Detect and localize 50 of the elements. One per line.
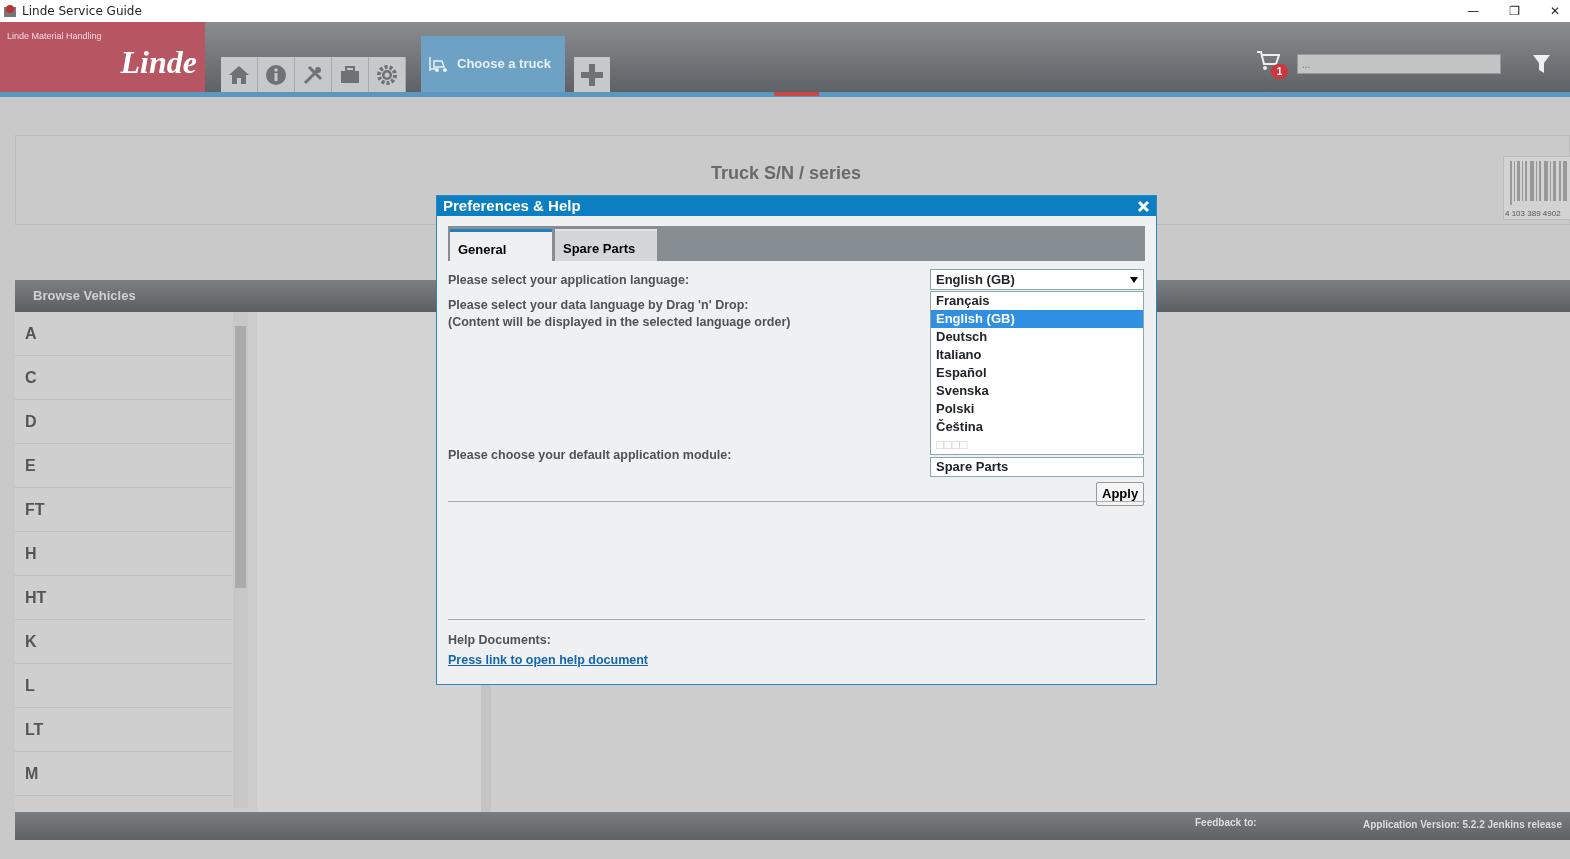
section-title: Help Documents: [448,632,551,649]
cart-count-badge: 1 [1271,64,1288,79]
module-select[interactable]: Spare Parts [930,457,1144,477]
panel-title: Truck S/N / series [711,162,862,185]
dropdown-option[interactable]: Français [931,292,1143,310]
filter-icon[interactable] [1533,55,1550,73]
gear-button[interactable] [369,57,406,92]
tools-button[interactable] [295,57,332,92]
close-button[interactable]: ✕ [1549,2,1560,20]
plus-icon [581,63,603,86]
toolbox-icon [339,63,361,86]
home-icon [228,63,250,86]
minimize-button[interactable]: — [1467,2,1480,20]
dropdown-option[interactable]: Deutsch [931,328,1143,346]
dialog-tab[interactable]: General [450,229,552,261]
apply-button[interactable]: Apply [1096,482,1145,506]
tab-indicator [774,92,819,96]
window-title: Linde Service Guide [22,3,142,20]
dialog-title: Preferences & Help [443,196,581,216]
field-label: Please choose your default application module: [448,447,732,464]
info-icon [265,63,287,86]
close-icon[interactable] [1137,199,1150,213]
scrollbar[interactable] [233,312,248,808]
dropdown-option[interactable]: Español [931,364,1143,382]
home-button[interactable] [221,57,258,92]
add-tab-button[interactable] [574,57,610,92]
restore-button[interactable]: ❐ [1509,2,1520,20]
help-link[interactable]: Press link to open help document [448,651,649,670]
brand-logo: Linde [120,43,197,82]
dropdown-option[interactable]: Čeština [931,418,1143,436]
feedback-label: Feedback to: [1195,816,1257,830]
language-select[interactable]: English (GB) [930,269,1144,290]
field-label: Please select your application language: [448,272,690,289]
brand-caption: Linde Material Handling [7,30,102,43]
field-label: Please select your data language by Drag 'n' Drop: [448,297,749,314]
dropdown-option[interactable]: Polski [931,400,1143,418]
dropdown-option[interactable]: Svenska [931,382,1143,400]
caret-icon [1130,276,1138,283]
version-text: Application Version: 5.2.2 Jenkins release [1363,818,1562,832]
dialog-tab[interactable]: Spare Parts [555,229,657,261]
search-field[interactable]: ... [1297,54,1501,74]
dropdown-option[interactable]: Italiano [931,346,1143,364]
field-note: (Content will be displayed in the selected language order) [448,314,791,331]
gear-icon [376,63,398,86]
info-button[interactable] [258,57,295,92]
app-icon [2,3,18,19]
panel-title: Browse Vehicles [33,287,136,306]
tools-icon [302,63,324,86]
barcode-number: 4 103 389 4902 [1505,208,1561,220]
toolbox-button[interactable] [332,57,369,92]
